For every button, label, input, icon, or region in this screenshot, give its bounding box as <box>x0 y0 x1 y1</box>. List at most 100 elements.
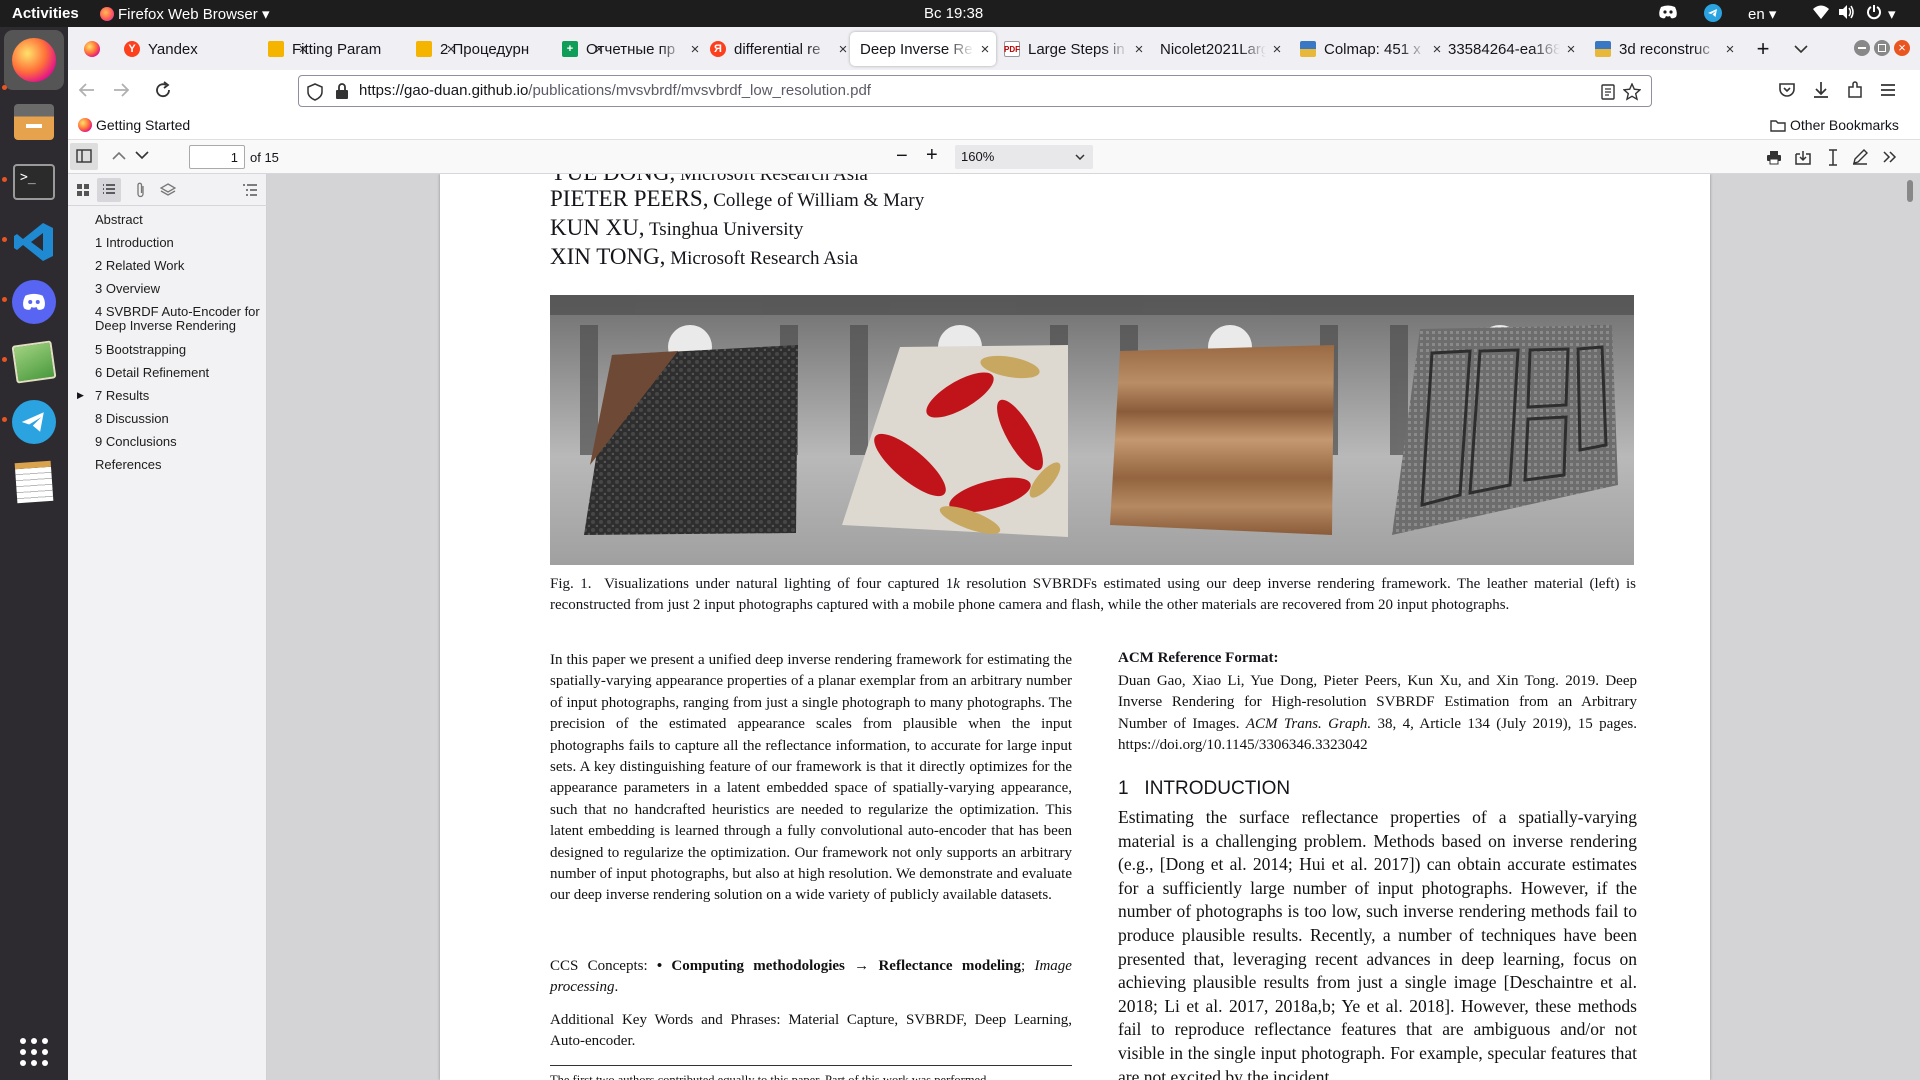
wifi-icon[interactable] <box>1812 4 1830 20</box>
outline-item-related-work[interactable]: 2 Related Work <box>95 259 184 273</box>
outline-item-svbrdf-auto-encoder[interactable]: 4 SVBRDF Auto-Encoder for Deep Inverse R… <box>95 305 260 333</box>
power-icon[interactable] <box>1866 4 1882 20</box>
minimize-window-button[interactable] <box>1854 40 1870 56</box>
downloads-icon[interactable] <box>1812 81 1830 99</box>
dock-discord[interactable] <box>9 277 59 327</box>
print-icon[interactable] <box>1766 150 1782 165</box>
maximize-window-button[interactable] <box>1874 40 1890 56</box>
close-tab-icon[interactable]: × <box>1128 41 1150 58</box>
show-applications-button[interactable] <box>9 1027 59 1077</box>
clock[interactable]: Вс 19:38 <box>924 5 983 22</box>
layers-icon[interactable] <box>160 183 176 197</box>
tab-33584264[interactable]: 33584264-ea168 × <box>1448 32 1582 66</box>
tab-colmap[interactable]: Colmap: 451 x × <box>1300 32 1448 66</box>
more-tools-icon[interactable] <box>1883 151 1897 163</box>
outline-item-abstract[interactable]: Abstract <box>95 213 143 227</box>
previous-page-icon[interactable] <box>112 151 126 160</box>
vertical-scrollbar[interactable] <box>1907 180 1913 202</box>
thumbnails-icon[interactable] <box>76 183 90 197</box>
tab-large-steps[interactable]: PDF Large Steps in × <box>1004 32 1150 66</box>
close-tab-icon[interactable]: × <box>1560 41 1582 58</box>
app-menu[interactable]: Firefox Web Browser ▾ <box>100 5 269 23</box>
zoom-in-button[interactable]: + <box>926 145 938 165</box>
outline-item-discussion[interactable]: 8 Discussion <box>95 412 169 426</box>
forward-button[interactable] <box>112 81 130 99</box>
close-tab-icon[interactable]: × <box>1719 41 1741 58</box>
outline-item-overview[interactable]: 3 Overview <box>95 282 160 296</box>
volume-icon[interactable] <box>1838 4 1856 20</box>
current-outline-item-icon[interactable] <box>242 183 258 197</box>
close-tab-icon[interactable]: × <box>684 41 706 58</box>
tab-pinned-firefox[interactable] <box>72 32 112 66</box>
outline-item-label-continued: Deep Inverse Rendering <box>95 318 236 333</box>
intro-title: INTRODUCTION <box>1144 778 1291 799</box>
dock-image-viewer[interactable] <box>9 337 59 387</box>
pocket-icon[interactable] <box>1778 82 1796 99</box>
close-tab-icon[interactable]: × <box>1426 41 1448 58</box>
outline-item-detail-refinement[interactable]: 6 Detail Refinement <box>95 366 209 380</box>
bookmark-label: Other Bookmarks <box>1790 117 1899 133</box>
tab-3d-reconstruction[interactable]: 3d reconstruc × <box>1595 32 1741 66</box>
draw-pen-icon[interactable] <box>1852 149 1868 165</box>
dock-firefox[interactable] <box>4 30 64 90</box>
expand-results-icon[interactable]: ▶ <box>77 390 84 401</box>
new-tab-button[interactable]: + <box>1748 32 1778 66</box>
app-menu-arrow-icon: ▾ <box>261 6 270 23</box>
outline-item-references[interactable]: References <box>95 458 161 472</box>
outline-view-button[interactable] <box>97 178 121 202</box>
pdf-viewer[interactable]: YUE DONG, Microsoft Research Asia PIETER… <box>267 174 1920 1080</box>
close-tab-icon[interactable]: × <box>974 41 996 58</box>
discord-tray-icon[interactable] <box>1658 4 1678 20</box>
attachments-icon[interactable] <box>136 182 146 198</box>
keywords-paragraph: Additional Key Words and Phrases: Materi… <box>550 1012 1072 1050</box>
outline-item-bootstrapping[interactable]: 5 Bootstrapping <box>95 343 186 357</box>
author-name: PIETER PEERS, <box>550 186 709 211</box>
zoom-select[interactable]: 160% <box>955 145 1093 169</box>
close-tab-icon[interactable]: × <box>1266 41 1288 58</box>
dock-files[interactable] <box>9 97 59 147</box>
tab-deep-inverse-rendering[interactable]: Deep Inverse Re × <box>850 32 996 66</box>
tab-differential[interactable]: Яdifferential re × <box>710 32 854 66</box>
bookmark-getting-started[interactable]: Getting Started <box>78 117 190 133</box>
tab-reports[interactable]: + Отчетные пр × <box>562 32 706 66</box>
other-bookmarks[interactable]: Other Bookmarks <box>1770 117 1899 133</box>
tab-label: Отчетные пр <box>586 40 676 58</box>
tab-nicolet[interactable]: Nicolet2021Larg × <box>1154 32 1288 66</box>
sidebar-toggle-icon <box>76 149 92 163</box>
reader-view-icon[interactable] <box>1601 84 1615 100</box>
yandex-icon: Y <box>124 41 140 57</box>
outline-item-conclusions[interactable]: 9 Conclusions <box>95 435 177 449</box>
author-affiliation: Microsoft Research Asia <box>675 174 868 185</box>
page-number-input[interactable]: 1 <box>189 145 245 169</box>
language-indicator[interactable]: en ▾ <box>1748 5 1776 23</box>
dock-text-editor[interactable] <box>9 457 59 507</box>
tracking-protection-icon[interactable] <box>307 83 323 101</box>
toggle-sidebar-button[interactable] <box>70 143 98 170</box>
list-all-tabs-button[interactable] <box>1786 32 1816 66</box>
url-text: https://gao-duan.github.io/publications/… <box>359 82 871 99</box>
close-window-button[interactable]: × <box>1894 40 1910 56</box>
outline-item-results[interactable]: 7 Results <box>95 389 149 403</box>
dock-terminal[interactable]: >_ <box>9 157 59 207</box>
url-bar[interactable]: https://gao-duan.github.io/publications/… <box>298 75 1652 107</box>
text-cursor-icon[interactable] <box>1828 149 1838 166</box>
save-icon[interactable] <box>1795 150 1811 165</box>
bookmark-star-icon[interactable] <box>1623 83 1641 101</box>
extensions-icon[interactable] <box>1846 81 1864 99</box>
lock-icon[interactable] <box>335 83 349 100</box>
firefox-small-icon <box>100 7 114 21</box>
activities-button[interactable]: Activities <box>12 5 79 22</box>
zoom-out-button[interactable]: − <box>896 146 908 166</box>
hamburger-menu-icon[interactable] <box>1880 83 1896 97</box>
author-name: XIN TONG, <box>550 244 666 269</box>
telegram-tray-icon[interactable] <box>1704 4 1722 22</box>
system-menu-arrow-icon[interactable]: ▾ <box>1888 5 1896 23</box>
reload-button[interactable] <box>154 81 172 99</box>
outline-item-introduction[interactable]: 1 Introduction <box>95 236 174 250</box>
back-button[interactable] <box>78 81 96 99</box>
dock-telegram[interactable] <box>9 397 59 447</box>
next-page-icon[interactable] <box>135 151 149 160</box>
url-path: /publications/mvsvbrdf/mvsvbrdf_low_reso… <box>528 82 871 99</box>
caption-label: Fig. 1. <box>550 576 592 592</box>
dock-vscode[interactable] <box>9 217 59 267</box>
